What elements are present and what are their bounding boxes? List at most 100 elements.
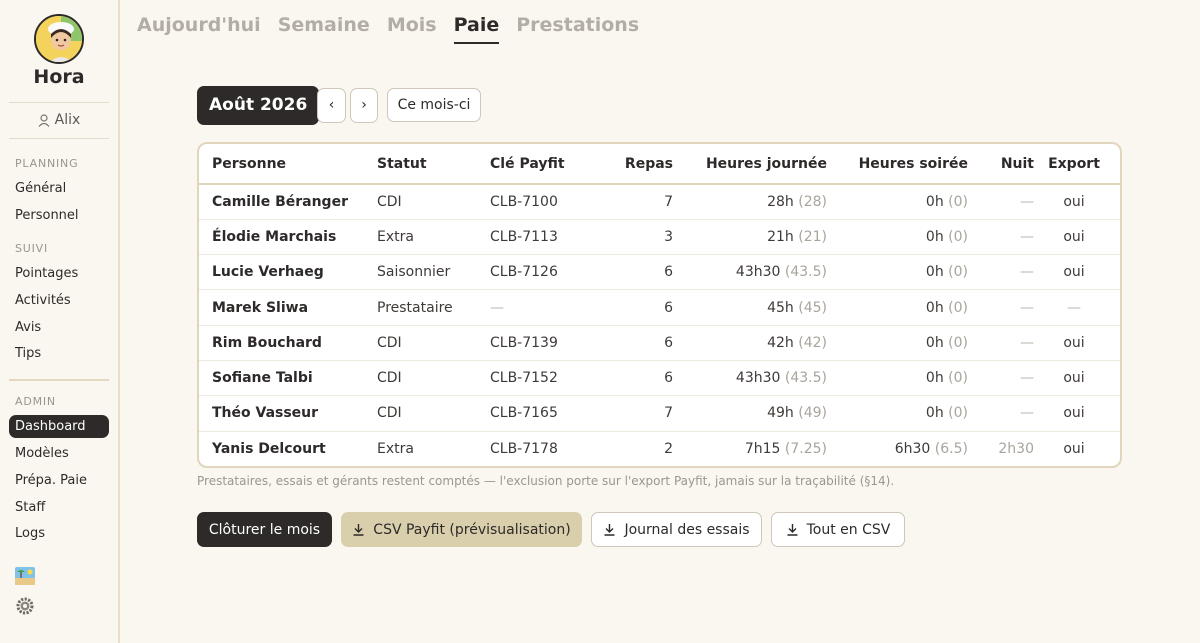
table-row[interactable]: Lucie Verhaeg Saisonnier CLB-7126 6 43h30 (4…: [199, 254, 1120, 291]
divider: [9, 102, 109, 103]
tab-semaine[interactable]: Semaine: [278, 14, 370, 44]
cell-heures-soiree: 0h (0): [827, 184, 968, 220]
cell-export-value: oui: [1063, 440, 1085, 457]
tab-mois[interactable]: Mois: [387, 14, 437, 44]
close-month-button[interactable]: Clôturer le mois: [197, 512, 332, 547]
cell-heures-soiree-value: 0h: [925, 228, 944, 245]
cell-heures-soiree-decimal: (0): [948, 299, 968, 316]
table-row[interactable]: Rim Bouchard CDI CLB-7139 6 42h (42) 0h (0) — o…: [199, 325, 1120, 361]
cell-heures-soiree-value: 6h30: [894, 440, 931, 457]
cell-personne-value: Rim Bouchard: [212, 334, 322, 351]
sidebar-item-personnel[interactable]: Personnel: [15, 208, 79, 223]
sidebar-item-logs[interactable]: Logs: [15, 526, 45, 541]
cell-heures-soiree: 0h (0): [827, 289, 968, 326]
cell-export: oui: [1034, 395, 1120, 432]
cell-heures-journee-value: 7h15: [744, 440, 781, 457]
cell-heures-journee-value: 42h: [767, 334, 794, 351]
sidebar-item-staff[interactable]: Staff: [15, 500, 45, 515]
cell-statut-value: CDI: [377, 405, 402, 422]
table-row[interactable]: Élodie Marchais Extra CLB-7113 3 21h (21) 0h …: [199, 219, 1120, 256]
sidebar-item-general[interactable]: Général: [15, 181, 66, 196]
cell-heures-soiree: 6h30 (6.5): [827, 431, 968, 466]
sidebar-item-pointages[interactable]: Pointages: [15, 266, 78, 281]
cell-heures-soiree-value: 0h: [925, 334, 944, 351]
tab-paie[interactable]: Paie: [453, 14, 499, 44]
cell-heures-soiree: 0h (0): [827, 219, 968, 256]
cell-heures-journee: 42h (42): [673, 325, 827, 361]
cell-export: oui: [1034, 325, 1120, 361]
cell-export: oui: [1034, 219, 1120, 256]
cell-statut: CDI: [377, 395, 490, 432]
cell-nuit-value: —: [1020, 405, 1034, 422]
footnote: Prestataires, essais et gérants restent …: [197, 474, 895, 488]
cell-nuit: —: [968, 289, 1034, 326]
col-personne: Personne: [199, 144, 377, 185]
table-row[interactable]: Yanis Delcourt Extra CLB-7178 2 7h15 (7.25) 6…: [199, 431, 1120, 466]
cell-heures-soiree-value: 0h: [925, 299, 944, 316]
cell-cle-payfit-value: CLB-7100: [490, 193, 558, 210]
cell-personne-value: Lucie Verhaeg: [212, 264, 324, 281]
cell-repas: 7: [580, 184, 673, 220]
cell-cle-payfit-value: CLB-7152: [490, 370, 558, 387]
cell-repas: 6: [580, 360, 673, 397]
cell-personne-value: Yanis Delcourt: [212, 440, 326, 457]
table-row[interactable]: Sofiane Talbi CDI CLB-7152 6 43h30 (43.5) 0h …: [199, 360, 1120, 397]
tab-aujourdhui[interactable]: Aujourd'hui: [137, 14, 261, 44]
cell-heures-journee-value: 45h: [767, 299, 794, 316]
tab-prestations[interactable]: Prestations: [516, 14, 639, 44]
sidebar-item-activites[interactable]: Activités: [15, 293, 71, 308]
cell-export: oui: [1034, 431, 1120, 466]
beach-icon[interactable]: [15, 567, 35, 585]
section-admin: ADMIN: [15, 395, 56, 408]
csv-payfit-button[interactable]: CSV Payfit (prévisualisation): [341, 512, 582, 547]
all-csv-button[interactable]: Tout en CSV: [771, 512, 905, 547]
cell-statut: CDI: [377, 184, 490, 220]
cell-heures-soiree-decimal: (0): [948, 334, 968, 351]
cell-personne: Sofiane Talbi: [199, 360, 377, 397]
cell-nuit-value: —: [1020, 193, 1034, 210]
cell-export-value: oui: [1063, 264, 1085, 281]
user-menu[interactable]: Alix: [0, 112, 118, 128]
table-row[interactable]: Camille Béranger CDI CLB-7100 7 28h (28) 0h (…: [199, 184, 1120, 220]
sidebar-item-tips[interactable]: Tips: [15, 346, 41, 361]
cell-repas-value: 6: [664, 264, 673, 281]
cell-heures-soiree-decimal: (6.5): [934, 440, 968, 457]
cell-personne: Camille Béranger: [199, 184, 377, 220]
table-row[interactable]: Marek Sliwa Prestataire —6 45h (45) 0h (0) — —: [199, 289, 1120, 326]
cell-export: oui: [1034, 184, 1120, 220]
current-month: Août 2026: [197, 86, 320, 125]
cell-heures-journee-value: 21h: [767, 228, 794, 245]
table-header-row: Personne Statut Clé Payfit Repas Heures …: [199, 144, 1120, 185]
cell-export-value: oui: [1063, 193, 1085, 210]
cell-repas: 3: [580, 219, 673, 256]
cell-repas-value: 6: [664, 334, 673, 351]
cell-heures-soiree: 0h (0): [827, 395, 968, 432]
col-repas: Repas: [580, 144, 673, 185]
sidebar-item-avis[interactable]: Avis: [15, 320, 41, 335]
previous-month-button[interactable]: ‹: [317, 88, 346, 123]
cell-export-value: oui: [1063, 405, 1085, 422]
cell-personne: Théo Vasseur: [199, 395, 377, 432]
app-name: Hora: [33, 66, 85, 88]
sidebar-item-modeles[interactable]: Modèles: [15, 446, 69, 461]
table-row[interactable]: Théo Vasseur CDI CLB-7165 7 49h (49) 0h (0) — o…: [199, 395, 1120, 432]
sidebar-item-prepa-paie[interactable]: Prépa. Paie: [15, 473, 87, 488]
settings-gear-icon[interactable]: [15, 597, 35, 615]
this-month-button[interactable]: Ce mois-ci: [387, 88, 481, 122]
cell-heures-journee-decimal: (43.5): [784, 370, 827, 387]
sidebar-item-dashboard[interactable]: Dashboard: [9, 415, 109, 438]
journal-essais-button[interactable]: Journal des essais: [591, 512, 762, 547]
cell-statut-value: Extra: [377, 228, 414, 245]
cell-statut-value: CDI: [377, 334, 402, 351]
avatar[interactable]: [34, 14, 84, 64]
download-icon: [604, 524, 615, 536]
next-month-button[interactable]: ›: [350, 88, 378, 123]
cell-nuit-value: —: [1020, 228, 1034, 245]
cell-personne: Élodie Marchais: [199, 219, 377, 256]
cell-cle-payfit-value: CLB-7178: [490, 440, 558, 457]
cell-heures-journee-value: 28h: [767, 193, 794, 210]
cell-export-value: —: [1067, 299, 1081, 316]
cell-heures-journee: 43h30 (43.5): [673, 360, 827, 397]
cell-statut: CDI: [377, 360, 490, 397]
cell-nuit-value: —: [1020, 264, 1034, 281]
